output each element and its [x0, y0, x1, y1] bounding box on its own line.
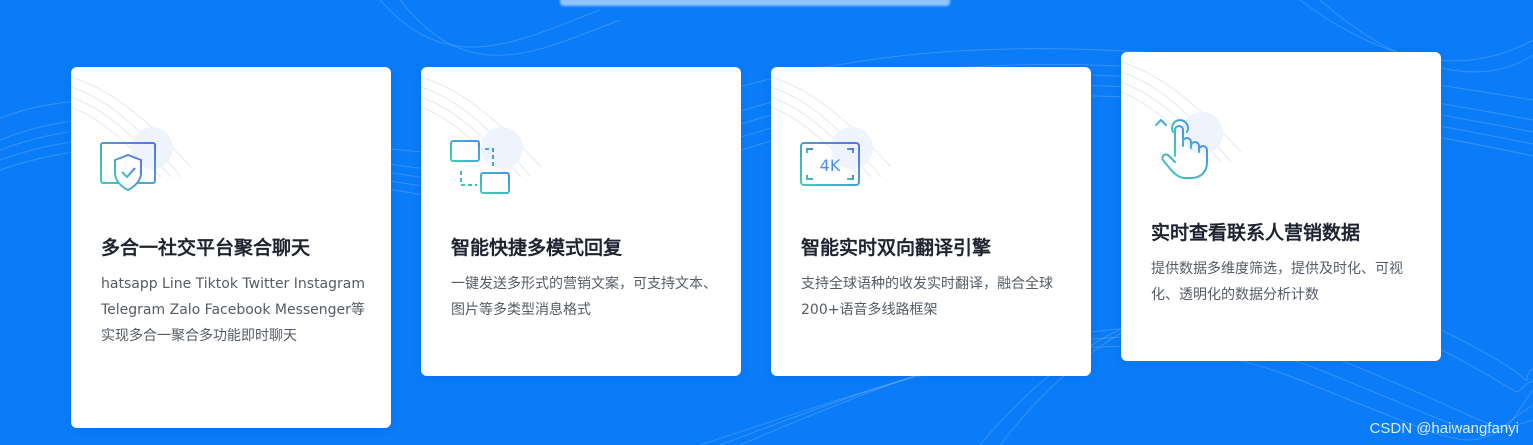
card-description: 支持全球语种的收发实时翻译，融合全球200+语音多线路框架 [801, 276, 1053, 318]
top-heading-fragment [560, 0, 950, 6]
csdn-watermark: CSDN @haiwangfanyi [1369, 420, 1519, 437]
4k-screen-icon: 4K [799, 127, 877, 199]
card-title: 智能快捷多模式回复 [451, 237, 623, 259]
4k-label: 4K [820, 156, 841, 175]
card-title: 智能实时双向翻译引擎 [801, 237, 992, 259]
shield-browser-icon [99, 127, 177, 199]
card-description: 一键发送多形式的营销文案，可支持文本、图片等多类型消息格式 [451, 276, 717, 318]
feature-card-data: 实时查看联系人营销数据 提供数据多维度筛选，提供及时化、可视化、透明化的数据分析… [1121, 52, 1441, 361]
feature-card-chat: 多合一社交平台聚合聊天 hatsapp Line Tiktok Twitter … [71, 67, 391, 428]
card-description: hatsapp Line Tiktok Twitter Instagram Te… [101, 276, 365, 344]
hand-touch-icon [1149, 112, 1227, 184]
card-title: 多合一社交平台聚合聊天 [101, 237, 311, 259]
feature-card-reply: 智能快捷多模式回复 一键发送多形式的营销文案，可支持文本、图片等多类型消息格式 [421, 67, 741, 376]
card-title: 实时查看联系人营销数据 [1151, 222, 1361, 244]
card-description: 提供数据多维度筛选，提供及时化、可视化、透明化的数据分析计数 [1151, 261, 1403, 303]
monitor-sync-icon [449, 127, 527, 200]
feature-card-translate: 4K 智能实时双向翻译引擎 支持全球语种的收发实时翻译，融合全球200+语音多线… [771, 67, 1091, 376]
